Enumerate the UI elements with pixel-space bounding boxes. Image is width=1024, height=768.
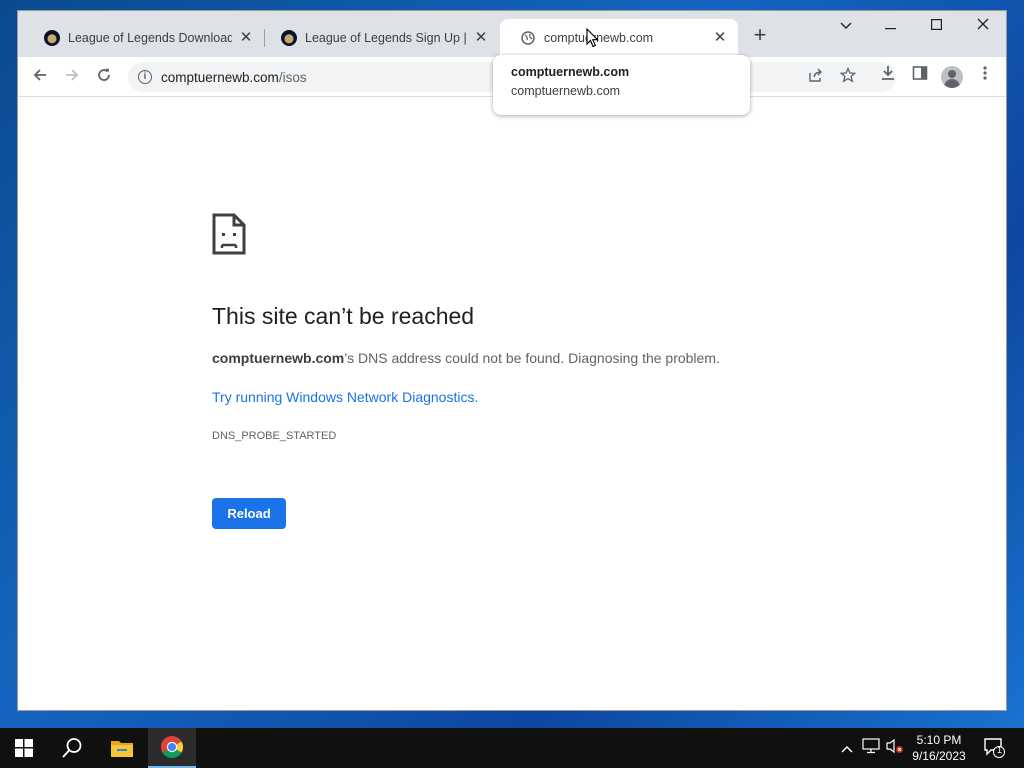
chevron-down-icon <box>840 22 852 29</box>
close-icon <box>977 18 989 30</box>
league-favicon-icon <box>281 30 297 46</box>
taskbar: 5:10 PM 9/16/2023 1 <box>0 728 1024 768</box>
forward-icon <box>66 69 79 81</box>
url-path: /isos <box>278 69 307 85</box>
network-diagnostics-link[interactable]: Try running Windows Network Diagnostics. <box>212 389 478 405</box>
tab-title: comptuernewb.com <box>544 31 654 45</box>
error-code: DNS_PROBE_STARTED <box>212 430 337 442</box>
url-domain: comptuernewb.com <box>161 69 279 85</box>
clock-time: 5:10 PM <box>916 733 962 747</box>
tab-hover-card: comptuernewb.com comptuernewb.com <box>493 55 750 115</box>
menu-icon <box>983 66 987 80</box>
reload-button[interactable] <box>92 65 116 89</box>
notification-count: 1 <box>996 745 1002 755</box>
reload-page-button[interactable]: Reload <box>212 498 286 529</box>
error-description: comptuernewb.com’s DNS address could not… <box>212 350 720 366</box>
network-icon[interactable] <box>862 738 880 758</box>
chrome-icon <box>161 736 183 758</box>
forward-button[interactable] <box>60 65 84 89</box>
league-favicon-icon <box>44 30 60 46</box>
minimize-button[interactable] <box>867 11 913 41</box>
notification-icon[interactable]: 1 <box>983 736 1005 763</box>
hover-card-domain: comptuernewb.com <box>511 84 621 98</box>
error-description-text: ’s DNS address could not be found. Diagn… <box>344 350 720 366</box>
minimize-icon <box>884 28 896 30</box>
tab-strip: League of Legends Download | N ✕ League … <box>18 11 1006 57</box>
info-icon[interactable]: i <box>138 70 152 84</box>
system-clock[interactable]: 5:10 PM 9/16/2023 <box>905 732 973 764</box>
back-icon <box>33 69 46 81</box>
profile-icon[interactable] <box>941 66 963 88</box>
file-explorer-button[interactable] <box>98 728 146 768</box>
tab-search-button[interactable] <box>823 11 869 41</box>
new-tab-button[interactable]: + <box>748 24 772 48</box>
tab-comptuernewb[interactable]: comptuernewb.com ✕ <box>500 19 738 57</box>
close-tab-icon[interactable]: ✕ <box>712 30 728 46</box>
star-icon[interactable] <box>838 66 858 87</box>
volume-icon[interactable] <box>886 738 904 758</box>
back-button[interactable] <box>28 65 52 89</box>
start-button[interactable] <box>0 728 48 768</box>
side-panel-icon <box>912 66 928 80</box>
chrome-taskbar-button[interactable] <box>148 728 196 768</box>
windows-icon <box>15 739 33 757</box>
reload-icon <box>98 68 110 81</box>
tab-title: League of Legends Sign Up | No <box>305 31 467 45</box>
tab-title: League of Legends Download | N <box>68 31 232 45</box>
globe-icon <box>520 30 536 46</box>
download-button[interactable] <box>876 65 900 89</box>
share-icon[interactable] <box>806 67 826 87</box>
close-tab-icon[interactable]: ✕ <box>473 30 489 46</box>
search-button[interactable] <box>48 728 96 768</box>
tab-league-signup[interactable]: League of Legends Sign Up | No ✕ <box>261 19 499 57</box>
close-window-button[interactable] <box>960 11 1006 41</box>
close-tab-icon[interactable]: ✕ <box>238 30 254 46</box>
mouse-cursor-icon <box>586 27 599 53</box>
maximize-icon <box>930 19 942 31</box>
menu-button[interactable] <box>973 65 997 89</box>
clock-date: 9/16/2023 <box>912 749 966 763</box>
browser-window: League of Legends Download | N ✕ League … <box>17 10 1007 711</box>
chevron-up-icon[interactable] <box>838 738 856 758</box>
error-heading: This site can’t be reached <box>212 303 475 329</box>
maximize-button[interactable] <box>913 11 959 41</box>
hover-card-title: comptuernewb.com <box>511 65 630 79</box>
tab-league-download[interactable]: League of Legends Download | N ✕ <box>24 19 264 57</box>
side-panel-button[interactable] <box>908 65 932 89</box>
download-icon <box>882 66 894 80</box>
url-text: comptuernewb.com/isos <box>161 70 307 85</box>
sad-page-icon <box>212 213 246 260</box>
error-host: comptuernewb.com <box>212 350 345 366</box>
error-page: This site can’t be reached comptuernewb.… <box>18 98 1006 710</box>
file-explorer-icon <box>111 741 133 757</box>
search-icon <box>62 738 82 758</box>
